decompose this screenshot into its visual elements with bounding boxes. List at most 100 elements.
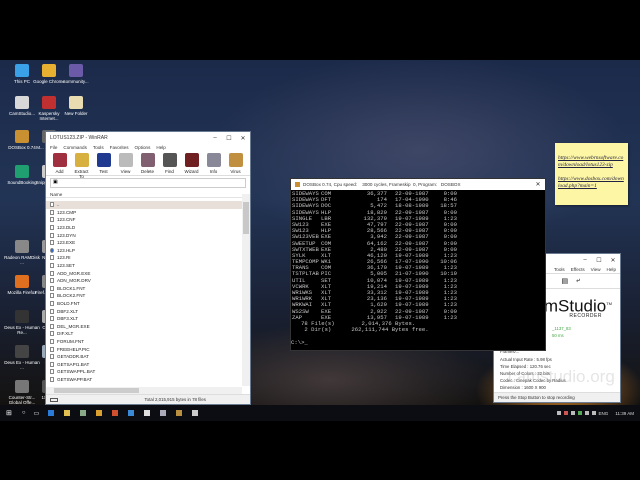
file-row[interactable]: ADN_MGR.DRV: [46, 277, 242, 285]
file-row[interactable]: BLOCK2.FNT: [46, 292, 242, 300]
menu-item[interactable]: Tools: [554, 267, 565, 272]
app-icon-1[interactable]: [80, 410, 87, 416]
up-folder-icon[interactable]: ▣: [53, 179, 58, 185]
app-icon-3[interactable]: [112, 410, 119, 416]
toolbar-button[interactable]: Virus: [226, 152, 245, 174]
file-name: BLOCK2.FNT: [57, 293, 86, 299]
toolbar-label: Test: [99, 169, 108, 174]
dos-screen[interactable]: SIDEWAYS COM 36,377 22-09-1987 0:00 SIDEWAYS D…: [291, 190, 545, 321]
file-row[interactable]: 123.RI: [46, 254, 242, 262]
winrar-taskbar-icon[interactable]: [160, 410, 167, 416]
file-explorer-icon[interactable]: [64, 410, 71, 416]
file-row[interactable]: DBF3.XLT: [46, 315, 242, 323]
task-view-icon[interactable]: ▭: [34, 410, 40, 417]
note-link-lotus[interactable]: https://www.webrnsoftware.com/download/l…: [558, 155, 625, 169]
file-row[interactable]: ADD_MGR.EXE: [46, 269, 242, 277]
file-name: BOLD.FNT: [57, 301, 80, 307]
sticky-note[interactable]: https://www.webrnsoftware.com/download/l…: [555, 143, 628, 205]
column-header-name[interactable]: Name: [46, 190, 250, 198]
close-button[interactable]: ✕: [531, 181, 545, 188]
toolbar-label: Find: [165, 169, 174, 174]
toolbar-button[interactable]: Delete: [138, 152, 157, 174]
file-row[interactable]: GETADDR.BAT: [46, 353, 242, 361]
maximize-button[interactable]: ☐: [592, 257, 606, 264]
winrar-titlebar[interactable]: LOTUS123.ZIP - WinRAR – ☐ ✕: [46, 132, 250, 144]
toolbar-button[interactable]: Info: [204, 152, 223, 174]
file-row[interactable]: FREEHELP.PIC: [46, 345, 242, 353]
toolbar-button[interactable]: Wizard: [182, 152, 201, 174]
path-bar[interactable]: ▣: [50, 178, 246, 188]
app-icon-2[interactable]: [96, 410, 103, 416]
close-button[interactable]: ✕: [236, 135, 250, 142]
file-name: 123.SET: [57, 263, 75, 269]
record-tool-icon[interactable]: ▤: [561, 277, 568, 285]
file-row[interactable]: GETSWAPPL.BAT: [46, 368, 242, 376]
network-icon[interactable]: [570, 411, 575, 415]
menu-item[interactable]: View: [591, 267, 601, 272]
toolbar-button[interactable]: Extract To: [72, 152, 91, 179]
toolbar-button[interactable]: View: [116, 152, 135, 174]
file-row[interactable]: 123.DYN: [46, 231, 242, 239]
file-row[interactable]: 123.HLP: [46, 247, 242, 255]
desktop-icon[interactable]: community...: [57, 64, 95, 84]
menu-item[interactable]: Tools: [93, 145, 104, 150]
toolbar-button[interactable]: Find: [160, 152, 179, 174]
toolbar-label: Delete: [140, 169, 154, 174]
file-row[interactable]: GETSWAPP.BAT: [46, 376, 242, 384]
minimize-button[interactable]: –: [208, 135, 222, 142]
desktop-icon[interactable]: New Folder: [57, 96, 95, 116]
file-row[interactable]: ..: [46, 201, 242, 209]
menu-item[interactable]: Help: [156, 145, 165, 150]
file-row[interactable]: BOLD.FNT: [46, 300, 242, 308]
desktop-icon-label: New Folder: [64, 111, 88, 116]
language-indicator[interactable]: ENG: [599, 411, 609, 416]
edge-icon[interactable]: [48, 410, 55, 416]
dosbox-titlebar[interactable]: DOSBox 0.74, Cpu speed: 3000 cycles, Fra…: [291, 179, 545, 190]
file-icon: [50, 240, 54, 246]
volume-icon[interactable]: [584, 411, 589, 415]
maximize-button[interactable]: ☐: [222, 135, 236, 142]
menu-item[interactable]: Commands: [63, 145, 87, 150]
minimize-button[interactable]: –: [578, 257, 592, 264]
dos-prompt[interactable]: C:\>_: [291, 339, 545, 346]
dosbox-window[interactable]: DOSBox 0.74, Cpu speed: 3000 cycles, Fra…: [290, 178, 546, 351]
menu-item[interactable]: Options: [135, 145, 151, 150]
note-link-dosbox[interactable]: https://www.dosbox.com/download.php?main…: [558, 176, 625, 190]
toolbar-button[interactable]: Test: [94, 152, 113, 174]
file-row[interactable]: 123.DLD: [46, 224, 242, 232]
desktop-icon-image: [15, 64, 29, 77]
clock[interactable]: 11:39 AM: [615, 411, 634, 416]
file-row[interactable]: BLOCK1.FNT: [46, 285, 242, 293]
menu-item[interactable]: Help: [607, 267, 616, 272]
file-row[interactable]: DIF.XLT: [46, 330, 242, 338]
file-row[interactable]: 123.EXE: [46, 239, 242, 247]
notepad-icon[interactable]: [144, 410, 151, 416]
file-row[interactable]: FORUM.FNT: [46, 338, 242, 346]
file-icon: [50, 346, 54, 352]
vertical-scrollbar[interactable]: [242, 194, 250, 386]
file-row[interactable]: GETSAPI1.BAT: [46, 360, 242, 368]
tray-icon[interactable]: [577, 411, 582, 415]
toolbar-button[interactable]: Add: [50, 152, 69, 174]
search-icon[interactable]: ○: [22, 410, 26, 416]
tray-icon[interactable]: [563, 411, 568, 415]
horizontal-scrollbar[interactable]: [46, 387, 242, 394]
file-row[interactable]: DBF2.XLT: [46, 307, 242, 315]
menu-item[interactable]: File: [50, 145, 57, 150]
camstudio-taskbar-icon[interactable]: [192, 410, 199, 416]
menu-item[interactable]: Effects: [571, 267, 585, 272]
file-icon: [50, 217, 54, 223]
tray-icon[interactable]: [556, 411, 561, 415]
file-row[interactable]: 123.CMP: [46, 209, 242, 217]
dosbox-taskbar-icon[interactable]: [176, 410, 183, 416]
menu-item[interactable]: Favorites: [110, 145, 129, 150]
start-button[interactable]: ⊞: [6, 409, 12, 417]
file-row[interactable]: 123.CNF: [46, 216, 242, 224]
region-tool-icon[interactable]: ⤶: [576, 277, 580, 285]
action-center-icon[interactable]: [591, 411, 596, 415]
file-row[interactable]: DEL_MGR.EXE: [46, 323, 242, 331]
partial-info-2: 50 ms: [552, 333, 564, 338]
store-icon[interactable]: [128, 410, 135, 416]
file-row[interactable]: 123.SET: [46, 262, 242, 270]
close-button[interactable]: ✕: [606, 257, 620, 264]
